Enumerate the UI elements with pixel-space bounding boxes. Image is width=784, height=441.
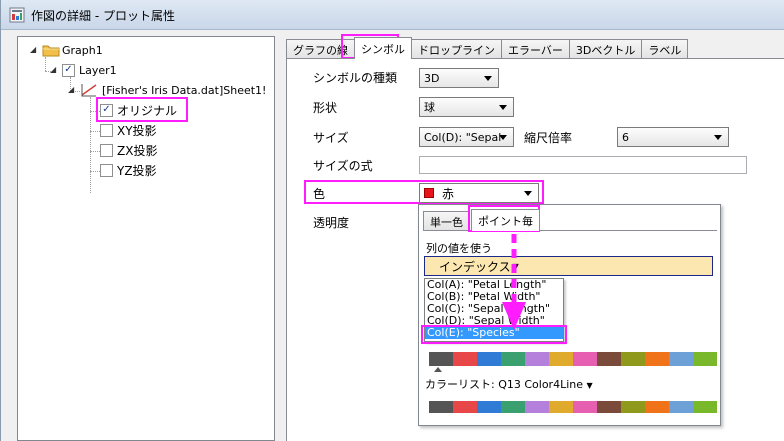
scale-label: 縮尺倍率 [524,131,573,145]
scale-select[interactable]: 6 [617,127,729,147]
tree-node-layer[interactable]: ◢ ✓ Layer1 [50,61,117,79]
annotation-arrow-icon [502,234,526,330]
colorlist-label: カラーリスト: Q13 Color4Line [425,378,583,391]
color-palette[interactable] [429,352,717,366]
collapse-icon[interactable]: ◢ [68,86,76,94]
tree-dataset-label: [Fisher's Iris Data.dat]Sheet1! [102,83,267,97]
color-select[interactable]: 赤 [419,183,539,203]
column-option[interactable]: Col(C): "Sepal Length" [425,303,563,315]
tab-single-color[interactable]: 単一色 [423,211,470,231]
preview-swatch [429,401,453,413]
tab-error-bar[interactable]: エラーバー [501,39,570,59]
palette-swatch[interactable] [501,352,525,366]
selected-swatch-marker-icon [434,367,442,372]
dialog-window: 作図の詳細 - プロット属性 ◢ Graph1 ◢ ✓ Layer1 ◢ [Fi… [0,0,784,441]
palette-swatch[interactable] [597,352,621,366]
palette-swatch[interactable] [669,352,693,366]
yz-checkbox[interactable] [100,163,113,177]
size-label: サイズ [313,131,349,145]
dropdown-arrow-icon [714,135,722,140]
dropdown-arrow-icon [499,105,507,110]
palette-swatch[interactable] [621,352,645,366]
dropdown-arrow-icon [524,191,532,196]
tab-3d-vector[interactable]: 3Dベクトル [568,39,643,59]
palette-swatch[interactable] [453,352,477,366]
preview-swatch [621,401,645,413]
preview-swatch [693,401,717,413]
transparency-label: 透明度 [313,216,350,230]
preview-swatch [501,401,525,413]
column-option[interactable]: Col(B): "Petal Width" [425,291,563,303]
layer-checkbox[interactable]: ✓ [62,63,75,77]
index-combo[interactable]: インデックス ▼ [424,256,713,276]
tree-item-label: XY投影 [117,123,157,138]
tab-label[interactable]: ラベル [641,39,689,59]
collapse-icon[interactable]: ◢ [30,46,38,54]
symbol-type-select[interactable]: 3D [419,68,499,88]
tree-line [90,151,100,152]
use-column-label: 列の値を使う [426,242,492,255]
highlight-original [96,97,188,122]
palette-swatch[interactable] [477,352,501,366]
xy-checkbox[interactable] [100,123,113,137]
tree-graph-label: Graph1 [62,43,103,57]
preview-swatch [573,401,597,413]
size-value: Col(D): "Sepal [424,130,502,144]
title-bar: 作図の詳細 - プロット属性 [1,0,784,30]
dropdown-arrow-icon [484,76,492,81]
palette-swatch[interactable] [693,352,717,366]
colorlist-selector[interactable]: カラーリスト: Q13 Color4Line ▼ [425,376,593,392]
colorlist-preview [429,401,717,413]
symbol-type-label: シンボルの種類 [313,71,398,85]
preview-swatch [453,401,477,413]
tree-item-label: YZ投影 [117,163,157,178]
app-icon [9,7,25,23]
folder-icon [42,45,60,57]
tree-item-yz[interactable]: YZ投影 [100,161,157,179]
preview-swatch [549,401,573,413]
tree-item-label: ZX投影 [117,143,158,158]
tab-symbol[interactable]: シンボル [354,37,412,59]
tree-line [90,131,100,132]
column-option[interactable]: Col(A): "Petal Length" [425,279,563,291]
collapse-icon[interactable]: ◢ [50,66,58,74]
preview-swatch [645,401,669,413]
preview-swatch [525,401,549,413]
highlight-species-option [421,325,567,344]
shape-label: 形状 [313,101,338,115]
window-title: 作図の詳細 - プロット属性 [31,9,175,23]
shape-value: 球 [424,101,435,114]
dropdown-arrow-icon [499,135,507,140]
size-formula-input[interactable] [419,156,747,174]
dropdown-arrow-icon: ▼ [586,381,593,390]
tree-line [90,171,100,172]
palette-swatch[interactable] [525,352,549,366]
preview-swatch [477,401,501,413]
tree-layer-label: Layer1 [79,63,117,77]
tab-drop-line[interactable]: ドロップライン [411,39,502,59]
size-formula-label: サイズの式 [313,159,373,173]
color-swatch [424,188,434,198]
tree-item-zx[interactable]: ZX投影 [100,141,157,159]
line-plot-icon [81,84,97,97]
zx-checkbox[interactable] [100,143,113,157]
color-label: 色 [313,187,326,201]
palette-swatch[interactable] [429,352,453,366]
palette-swatch[interactable] [645,352,669,366]
preview-swatch [669,401,693,413]
tree-node-graph[interactable]: ◢ Graph1 [30,41,103,59]
tab-per-point[interactable]: ポイント毎 [471,209,540,231]
color-value: 赤 [442,186,455,201]
size-select[interactable]: Col(D): "Sepal [419,127,514,147]
scale-value: 6 [622,130,629,144]
symbol-type-value: 3D [424,71,440,85]
preview-swatch [597,401,621,413]
tree-line [45,57,46,71]
tree-item-xy[interactable]: XY投影 [100,121,157,139]
palette-swatch[interactable] [573,352,597,366]
shape-select[interactable]: 球 [419,97,514,117]
palette-swatch[interactable] [549,352,573,366]
